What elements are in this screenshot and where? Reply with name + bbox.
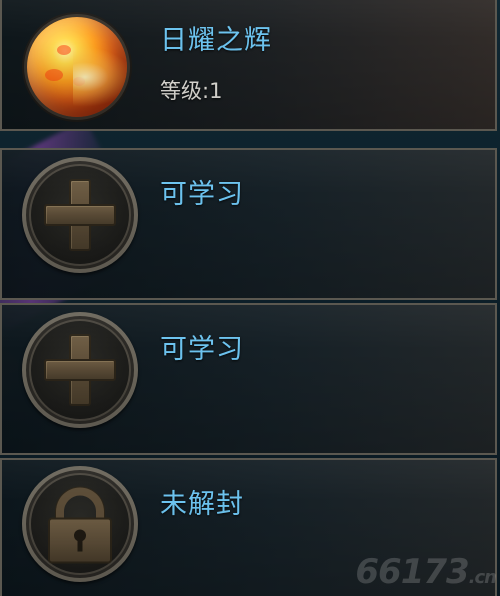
skill-status: 可学习	[160, 334, 244, 365]
skill-status: 可学习	[160, 179, 244, 210]
sun-texture	[57, 45, 71, 55]
plus-icon	[44, 179, 116, 251]
level-label: 等级	[160, 79, 202, 103]
plus-icon	[44, 334, 116, 406]
sun-flare	[73, 47, 127, 107]
skill-status: 未解封	[160, 489, 244, 520]
skill-level: 等级:1	[160, 75, 222, 105]
skill-slot-3[interactable]: 可学习	[0, 303, 497, 455]
sun-orb-icon	[24, 14, 130, 120]
skill-name: 日耀之辉	[160, 25, 272, 56]
sun-texture	[45, 69, 63, 81]
learn-skill-button[interactable]	[22, 312, 138, 428]
learn-skill-button[interactable]	[22, 157, 138, 273]
site-watermark: 66173.cn	[355, 552, 497, 592]
locked-skill-slot[interactable]	[22, 466, 138, 582]
lock-icon	[48, 487, 112, 564]
skill-list-screen: 日耀之辉 等级:1 可学习 可学习 未解封 66173.cn	[0, 0, 500, 596]
skill-slot-2[interactable]: 可学习	[0, 148, 497, 300]
level-value: 1	[209, 79, 223, 103]
skill-slot-1[interactable]: 日耀之辉 等级:1	[0, 0, 497, 131]
